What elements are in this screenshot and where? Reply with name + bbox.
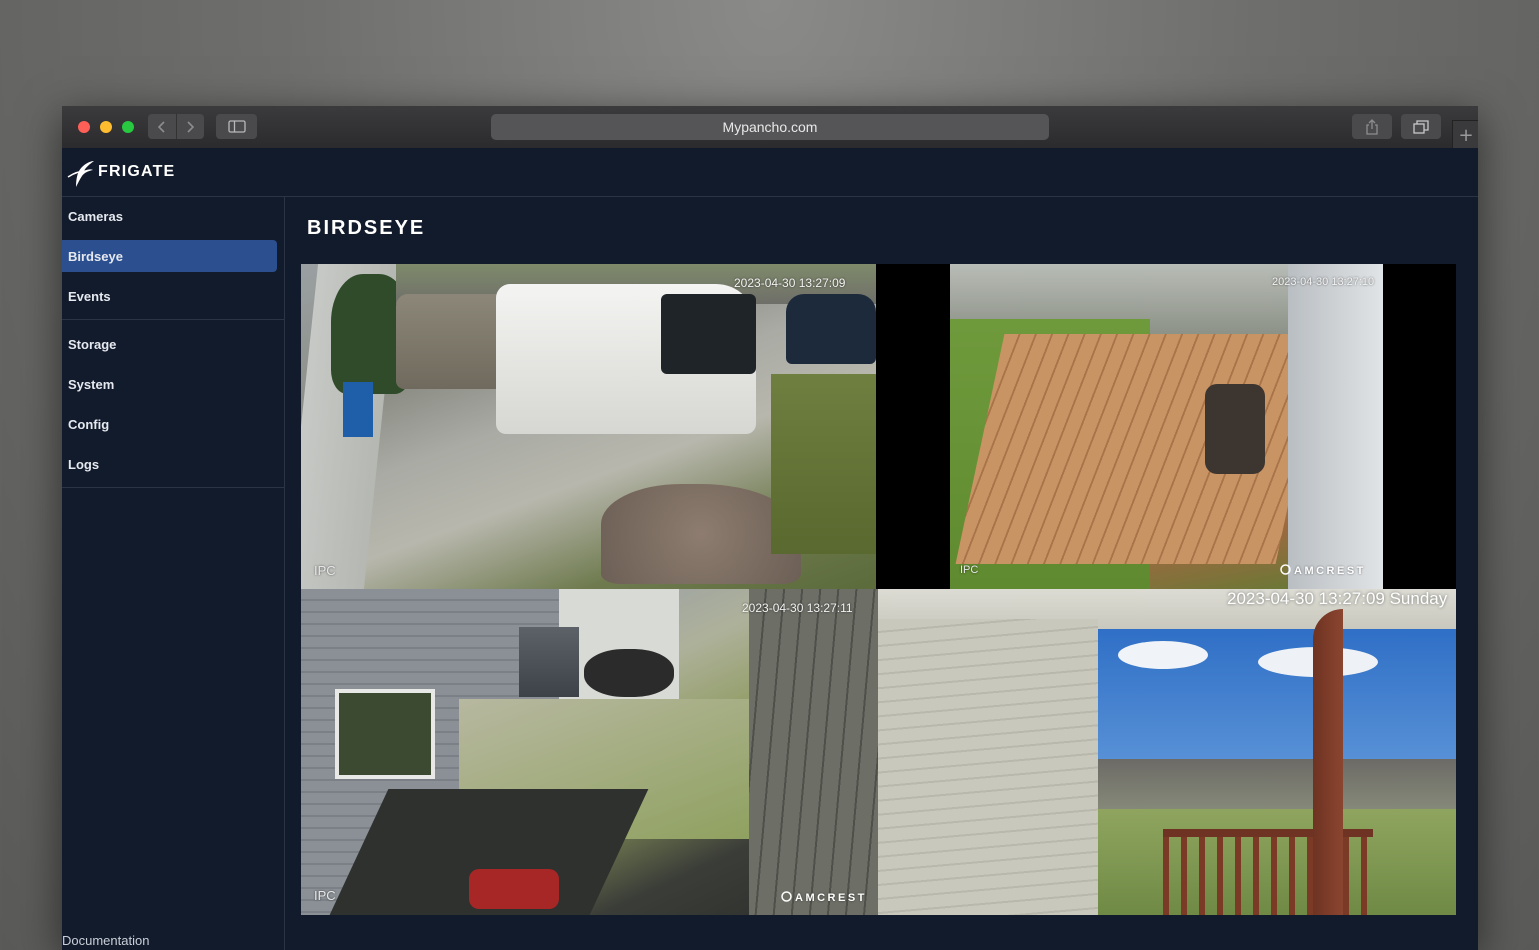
page-title: BIRDSEYE	[307, 217, 426, 239]
truck-bed	[661, 294, 756, 374]
tabs-icon	[1413, 119, 1429, 134]
camera-brand-text: AMCREST	[1294, 565, 1366, 577]
recycle-bin	[343, 382, 373, 437]
cloud	[1118, 641, 1208, 669]
back-button[interactable]	[148, 114, 176, 139]
wood-fence	[749, 589, 878, 915]
dark-suv	[786, 294, 876, 364]
sidebar-icon	[227, 120, 246, 133]
wood-deck	[955, 334, 1325, 564]
address-bar[interactable]: Mypancho.com	[491, 114, 1049, 140]
close-window-button[interactable]	[78, 121, 90, 133]
porch-post	[1313, 609, 1343, 915]
history-nav	[148, 114, 204, 139]
deck-chair	[1205, 384, 1265, 474]
browser-window: Mypancho.com + FRIGATE Cameras Birdseye …	[62, 106, 1478, 950]
camera-timestamp: 2023-04-30 13:27:10	[1272, 276, 1375, 288]
sidebar-item-logs[interactable]: Logs	[62, 448, 277, 480]
app-header: FRIGATE	[62, 148, 1478, 197]
minimize-window-button[interactable]	[100, 121, 112, 133]
lawn	[771, 374, 876, 554]
lawn-mower	[469, 869, 559, 909]
sidebar-item-cameras[interactable]: Cameras	[62, 200, 277, 232]
sidebar-divider	[62, 319, 284, 320]
camera-overlay-label: IPC	[960, 564, 979, 576]
tab-overview-button[interactable]	[1401, 114, 1441, 139]
sidebar-item-birdseye[interactable]: Birdseye	[62, 240, 277, 272]
amcrest-logo-icon	[781, 891, 792, 902]
new-tab-button[interactable]: +	[1452, 120, 1478, 150]
sidebar-item-events[interactable]: Events	[62, 280, 277, 312]
url-text: Mypancho.com	[722, 119, 818, 135]
sidebar-item-config[interactable]: Config	[62, 408, 277, 440]
birdseye-grid[interactable]: 2023-04-30 13:27:09 IPC 2023-04-30 13:27…	[301, 264, 1456, 915]
camera-timestamp: 2023-04-30 13:27:11	[742, 601, 853, 615]
tire-stack	[584, 649, 674, 697]
camera-timestamp: 2023-04-30 13:27:09	[734, 276, 846, 290]
garage-wall	[878, 619, 1098, 915]
sidebar-item-storage[interactable]: Storage	[62, 328, 277, 360]
sidebar: Cameras Birdseye Events Storage System C…	[62, 197, 285, 950]
camera-brand-text: AMCREST	[795, 892, 867, 904]
share-icon	[1366, 118, 1378, 135]
share-button[interactable]	[1352, 114, 1392, 139]
maximize-window-button[interactable]	[122, 121, 134, 133]
window	[335, 689, 435, 779]
main-content: BIRDSEYE 2023-04-30 13:27:09 IPC 2023-04…	[285, 197, 1478, 950]
documentation-link[interactable]: Documentation	[62, 933, 149, 948]
camera-overlay-label: IPC	[314, 563, 336, 578]
sidebar-toggle-button[interactable]	[216, 114, 257, 139]
camera-feed-deck[interactable]: 2023-04-30 13:27:10 IPC AMCREST	[950, 264, 1383, 589]
browser-titlebar: Mypancho.com +	[62, 106, 1478, 150]
camera-feed-driveway[interactable]: 2023-04-30 13:27:09 IPC	[301, 264, 876, 589]
frigate-bird-icon	[67, 161, 94, 187]
sidebar-divider	[62, 487, 284, 488]
camera-feed-front-porch[interactable]: 2023-04-30 13:27:09 Sunday	[878, 589, 1456, 915]
camera-feed-side-yard[interactable]: 2023-04-30 13:27:11 IPC AMCREST	[301, 589, 878, 915]
camera-timestamp: 2023-04-30 13:27:09 Sunday	[1227, 589, 1448, 608]
ac-unit	[519, 627, 579, 697]
camera-overlay-label: IPC	[314, 888, 336, 903]
chevron-left-icon	[157, 120, 165, 133]
plus-icon: +	[1458, 124, 1474, 146]
forward-button[interactable]	[175, 114, 205, 139]
camera-brand-watermark: AMCREST	[781, 891, 867, 904]
sidebar-item-system[interactable]: System	[62, 368, 277, 400]
app-brand: FRIGATE	[98, 163, 176, 180]
chevron-right-icon	[187, 120, 195, 133]
camera-brand-watermark: AMCREST	[1280, 564, 1366, 577]
amcrest-logo-icon	[1280, 564, 1291, 575]
house-wall	[1288, 264, 1383, 589]
